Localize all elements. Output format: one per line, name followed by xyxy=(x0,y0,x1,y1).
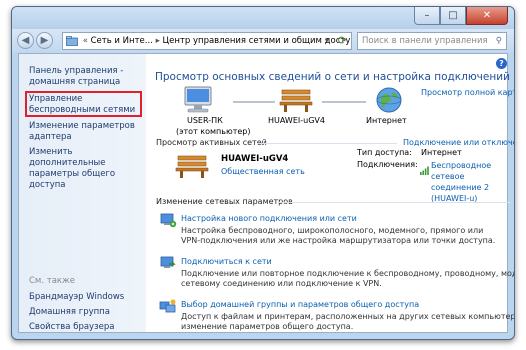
map-network-name: HUAWEI-uGV4 xyxy=(268,116,325,125)
page-title: Просмотр основных сведений о сети и наст… xyxy=(155,71,510,83)
access-type-value: Интернет xyxy=(421,148,462,157)
see-also-heading: См. также xyxy=(29,276,75,286)
task-new-connection-desc2: VPN-подключения или же настройка маршрут… xyxy=(181,236,496,245)
connect-disconnect-link[interactable]: Подключение или отключение xyxy=(403,138,514,147)
map-connector xyxy=(322,101,366,103)
search-input[interactable]: Поиск в панели управления ⚲ xyxy=(357,32,507,50)
map-internet-label: Интернет xyxy=(366,116,407,125)
task-new-connection-desc1: Настройка беспроводного, широкополосного… xyxy=(181,226,484,235)
back-button[interactable]: ◀ xyxy=(17,32,34,49)
section-divider xyxy=(257,143,397,144)
network-folder-icon xyxy=(66,35,78,46)
section-divider xyxy=(279,202,511,203)
explorer-window: – □ ✕ ◀ ▶ « Сеть и Инте... ▸ Центр управ… xyxy=(11,6,515,340)
bench-icon xyxy=(279,87,313,117)
search-placeholder: Поиск в панели управления xyxy=(362,36,488,46)
breadcrumb-network-center[interactable]: Центр управления сетями и общим доступом xyxy=(163,36,351,46)
task-homegroup-desc2: изменение параметров общего доступа. xyxy=(181,322,354,331)
breadcrumb-network[interactable]: Сеть и Инте... xyxy=(91,36,153,46)
homegroup-icon xyxy=(159,298,177,318)
map-pc-name: USER-ПК xyxy=(187,116,223,125)
globe-icon xyxy=(375,86,403,118)
see-also-homegroup[interactable]: Домашняя группа xyxy=(29,307,110,318)
task-new-connection-link[interactable]: Настройка нового подключения или сети xyxy=(181,214,357,223)
sidebar-item-adapter[interactable]: Изменение параметров адаптера xyxy=(29,121,137,143)
crumb-separator-icon: « xyxy=(82,36,88,46)
see-also-browser-options[interactable]: Свойства браузера xyxy=(29,322,114,333)
map-connector xyxy=(233,101,275,103)
see-also-firewall[interactable]: Брандмауэр Windows xyxy=(29,292,124,303)
connect-network-icon xyxy=(159,255,177,275)
bench-icon xyxy=(175,153,209,183)
sidebar-item-sharing[interactable]: Изменить дополнительные параметры общего… xyxy=(29,147,147,191)
address-bar[interactable]: « Сеть и Инте... ▸ Центр управления сетя… xyxy=(62,32,352,50)
wifi-signal-icon xyxy=(420,160,429,179)
connection-link[interactable]: Беспроводное сетевое соединение 2 (HUAWE… xyxy=(431,160,514,204)
minimize-button[interactable]: – xyxy=(414,7,440,25)
task-connect-network-desc1: Подключение или повторное подключение к … xyxy=(181,269,515,278)
refresh-icon[interactable]: ⟳ xyxy=(338,33,347,49)
full-map-link[interactable]: Просмотр полной карты xyxy=(421,88,514,97)
content-area: Панель управления - домашняя страница Уп… xyxy=(18,53,514,333)
network-type-link[interactable]: Общественная сеть xyxy=(221,167,305,176)
chevron-right-icon[interactable]: ▸ xyxy=(156,36,163,46)
main-pane: ? Просмотр основных сведений о сети и на… xyxy=(147,54,514,332)
task-connect-network-link[interactable]: Подключиться к сети xyxy=(181,257,272,266)
map-pc-subtitle: (этот компьютер) xyxy=(176,127,251,136)
new-connection-icon xyxy=(159,212,177,232)
access-type-label: Тип доступа: xyxy=(357,148,412,157)
computer-icon xyxy=(182,86,216,118)
connections-label: Подключения: xyxy=(357,160,418,169)
active-networks-heading: Просмотр активных сетей xyxy=(156,138,267,147)
network-name: HUAWEI-uGV4 xyxy=(221,154,289,164)
maximize-button[interactable]: □ xyxy=(440,7,466,25)
task-homegroup-link[interactable]: Выбор домашней группы и параметров общег… xyxy=(181,300,419,309)
title-bar[interactable]: – □ ✕ xyxy=(12,7,514,29)
sidebar-item-home[interactable]: Панель управления - домашняя страница xyxy=(29,66,141,88)
dropdown-arrow-icon[interactable]: ▾ xyxy=(325,33,329,49)
task-homegroup-desc1: Доступ к файлам и принтерам, расположенн… xyxy=(181,312,515,321)
help-icon[interactable]: ? xyxy=(496,58,507,69)
forward-button[interactable]: ▶ xyxy=(36,32,53,49)
screenshot: – □ ✕ ◀ ▶ « Сеть и Инте... ▸ Центр управ… xyxy=(0,0,526,350)
close-button[interactable]: ✕ xyxy=(466,7,508,25)
task-connect-network-desc2: сетевому соединению или подключение к VP… xyxy=(181,279,382,288)
search-icon[interactable]: ⚲ xyxy=(496,33,502,49)
caption-buttons: – □ ✕ xyxy=(414,7,508,25)
change-settings-heading: Изменение сетевых параметров xyxy=(156,197,293,206)
sidebar: Панель управления - домашняя страница Уп… xyxy=(19,54,146,332)
address-row: ◀ ▶ « Сеть и Инте... ▸ Центр управления … xyxy=(12,29,514,53)
sidebar-item-wireless[interactable]: Управление беспроводными сетями xyxy=(29,94,137,116)
